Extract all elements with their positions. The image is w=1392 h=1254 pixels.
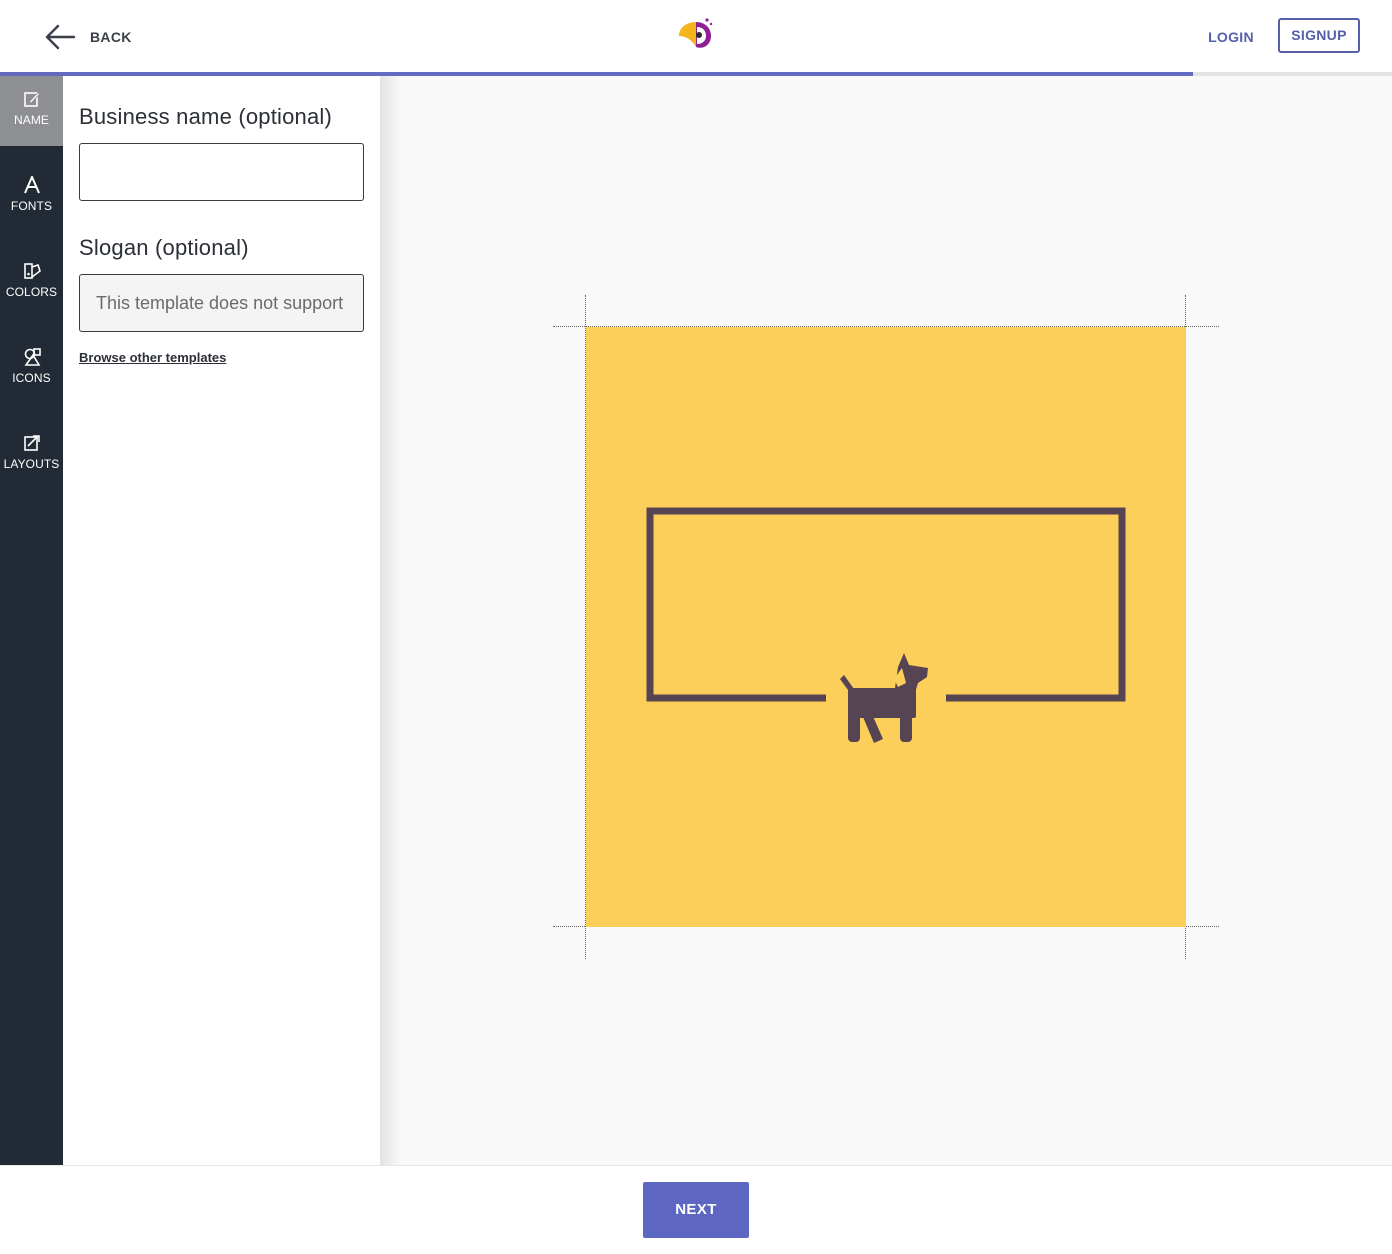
sidebar-item-layouts[interactable]: LAYOUTS	[0, 420, 63, 490]
slogan-input[interactable]	[79, 274, 364, 332]
sidebar-item-label: ICONS	[12, 371, 51, 385]
top-bar: BACK LOGIN SIGNUP	[0, 0, 1392, 72]
logo-preview-canvas	[380, 76, 1392, 1165]
back-button[interactable]: BACK	[44, 22, 132, 52]
name-panel: Business name (optional) Slogan (optiona…	[63, 76, 380, 1165]
layout-icon	[23, 435, 40, 451]
browse-templates-link[interactable]: Browse other templates	[79, 350, 226, 365]
sidebar-item-label: FONTS	[10, 199, 53, 213]
sidebar-item-label: COLORS	[5, 285, 58, 299]
parrot-logo-icon[interactable]	[676, 16, 716, 52]
business-name-label: Business name (optional)	[79, 104, 333, 129]
edit-icon	[23, 91, 40, 107]
sidebar-item-fonts[interactable]: FONTS	[0, 162, 63, 232]
sidebar-item-name[interactable]: NAME	[0, 76, 63, 146]
logo-artboard[interactable]	[586, 327, 1186, 927]
signup-button[interactable]: SIGNUP	[1278, 18, 1360, 53]
next-button[interactable]: NEXT	[643, 1182, 749, 1238]
sidebar-item-colors[interactable]: COLORS	[0, 248, 63, 318]
slogan-label: Slogan (optional)	[79, 235, 249, 260]
panel-shadow	[380, 76, 402, 1165]
sidebar-item-label: NAME	[13, 113, 50, 127]
sidebar-item-label: LAYOUTS	[3, 457, 60, 471]
back-label: BACK	[90, 29, 132, 45]
editor-sidebar: NAME FONTS COLORS ICONS LAYOUTS	[0, 76, 63, 1165]
font-icon	[23, 176, 40, 194]
bottom-bar: NEXT	[0, 1165, 1392, 1254]
sidebar-item-icons[interactable]: ICONS	[0, 334, 63, 404]
login-link[interactable]: LOGIN	[1200, 26, 1262, 48]
palette-icon	[23, 263, 41, 279]
logo-design	[646, 507, 1126, 743]
dog-icon	[840, 653, 928, 743]
shapes-icon	[23, 348, 41, 366]
arrow-left-icon	[45, 24, 76, 50]
business-name-input[interactable]	[79, 143, 364, 201]
